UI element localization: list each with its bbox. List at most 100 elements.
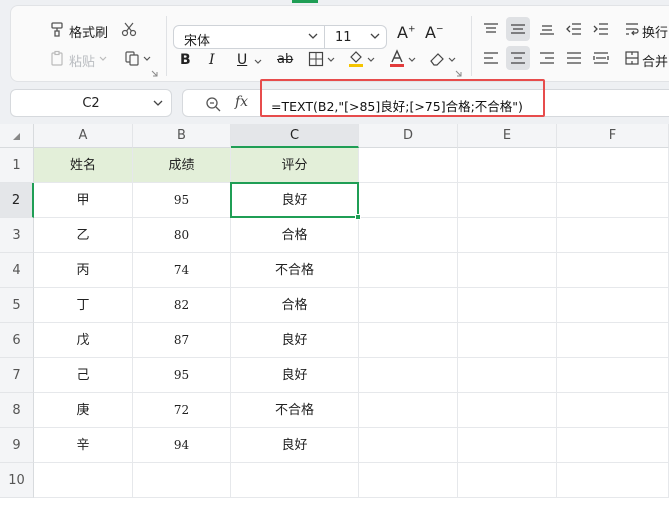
- cell-d4[interactable]: [359, 253, 458, 288]
- row-header-6[interactable]: 6: [0, 323, 34, 358]
- cell-a10[interactable]: [34, 463, 133, 498]
- cell-d5[interactable]: [359, 288, 458, 323]
- chevron-down-icon[interactable]: [448, 57, 456, 63]
- name-box[interactable]: C2: [10, 89, 172, 117]
- column-header-e[interactable]: E: [458, 124, 557, 148]
- cell-e8[interactable]: [458, 393, 557, 428]
- cell-c4[interactable]: 不合格: [231, 253, 359, 288]
- fill-handle[interactable]: [355, 214, 361, 220]
- cell-d8[interactable]: [359, 393, 458, 428]
- row-header-1[interactable]: 1: [0, 148, 34, 183]
- font-color-icon[interactable]: [389, 49, 405, 67]
- merge-cells-button[interactable]: 合并: [642, 51, 668, 70]
- underline-icon[interactable]: U: [237, 52, 247, 68]
- copy-icon[interactable]: [124, 50, 140, 66]
- cell-a8[interactable]: 庚: [34, 393, 133, 428]
- chevron-down-icon[interactable]: [327, 57, 335, 63]
- cell-c7[interactable]: 良好: [231, 358, 359, 393]
- scissors-icon[interactable]: [121, 21, 137, 37]
- italic-icon[interactable]: I: [209, 52, 215, 68]
- cell-b2[interactable]: 95: [133, 183, 231, 218]
- chevron-down-icon[interactable]: [367, 57, 375, 63]
- align-bottom-icon[interactable]: [539, 22, 555, 36]
- cell-f7[interactable]: [557, 358, 669, 393]
- cell-f2[interactable]: [557, 183, 669, 218]
- column-header-f[interactable]: F: [557, 124, 669, 148]
- align-center-button[interactable]: [506, 46, 530, 70]
- cell-c5[interactable]: 合格: [231, 288, 359, 323]
- cell-a5[interactable]: 丁: [34, 288, 133, 323]
- cell-f3[interactable]: [557, 218, 669, 253]
- cell-b7[interactable]: 95: [133, 358, 231, 393]
- decrease-font-size-icon[interactable]: A−: [425, 23, 444, 42]
- cell-e1[interactable]: [458, 148, 557, 183]
- cell-d10[interactable]: [359, 463, 458, 498]
- cell-f9[interactable]: [557, 428, 669, 463]
- cell-a1[interactable]: 姓名: [34, 148, 133, 183]
- cell-b10[interactable]: [133, 463, 231, 498]
- cell-e4[interactable]: [458, 253, 557, 288]
- paste-button[interactable]: 粘贴: [69, 51, 95, 70]
- row-header-4[interactable]: 4: [0, 253, 34, 288]
- cell-d7[interactable]: [359, 358, 458, 393]
- row-header-3[interactable]: 3: [0, 218, 34, 253]
- cell-c8[interactable]: 不合格: [231, 393, 359, 428]
- cell-e5[interactable]: [458, 288, 557, 323]
- row-header-9[interactable]: 9: [0, 428, 34, 463]
- bold-icon[interactable]: B: [180, 52, 191, 68]
- font-size-select[interactable]: 11: [325, 25, 387, 49]
- cell-a4[interactable]: 丙: [34, 253, 133, 288]
- dialog-launcher-icon[interactable]: [455, 70, 462, 77]
- strikethrough-icon[interactable]: ab: [277, 52, 293, 67]
- cell-a3[interactable]: 乙: [34, 218, 133, 253]
- row-header-5[interactable]: 5: [0, 288, 34, 323]
- chevron-down-icon[interactable]: [408, 57, 416, 63]
- cell-e2[interactable]: [458, 183, 557, 218]
- cell-d2[interactable]: [359, 183, 458, 218]
- cell-f1[interactable]: [557, 148, 669, 183]
- align-right-icon[interactable]: [539, 51, 555, 65]
- row-header-2[interactable]: 2: [0, 183, 34, 218]
- cell-c9[interactable]: 良好: [231, 428, 359, 463]
- fill-color-icon[interactable]: [348, 49, 364, 67]
- cell-b5[interactable]: 82: [133, 288, 231, 323]
- cell-b8[interactable]: 72: [133, 393, 231, 428]
- cell-e9[interactable]: [458, 428, 557, 463]
- decrease-indent-icon[interactable]: [566, 22, 582, 36]
- align-left-icon[interactable]: [483, 51, 499, 65]
- cell-c3[interactable]: 合格: [231, 218, 359, 253]
- cell-f6[interactable]: [557, 323, 669, 358]
- cell-d9[interactable]: [359, 428, 458, 463]
- cell-f4[interactable]: [557, 253, 669, 288]
- cell-d1[interactable]: [359, 148, 458, 183]
- row-header-7[interactable]: 7: [0, 358, 34, 393]
- cell-e3[interactable]: [458, 218, 557, 253]
- cell-b3[interactable]: 80: [133, 218, 231, 253]
- cell-d3[interactable]: [359, 218, 458, 253]
- cell-a9[interactable]: 辛: [34, 428, 133, 463]
- cell-d6[interactable]: [359, 323, 458, 358]
- font-family-select[interactable]: 宋体: [173, 25, 325, 49]
- cell-f5[interactable]: [557, 288, 669, 323]
- cell-f8[interactable]: [557, 393, 669, 428]
- insert-function-button[interactable]: fx: [235, 94, 248, 110]
- cell-e6[interactable]: [458, 323, 557, 358]
- cell-c1[interactable]: 评分: [231, 148, 359, 183]
- zoom-search-icon[interactable]: [205, 96, 221, 112]
- align-top-icon[interactable]: [483, 22, 499, 36]
- cell-b6[interactable]: 87: [133, 323, 231, 358]
- row-header-8[interactable]: 8: [0, 393, 34, 428]
- cell-a6[interactable]: 戊: [34, 323, 133, 358]
- chevron-down-icon[interactable]: [153, 98, 163, 108]
- cell-c10[interactable]: [231, 463, 359, 498]
- select-all-corner[interactable]: [0, 124, 34, 148]
- column-header-c[interactable]: C: [231, 124, 359, 148]
- cell-e10[interactable]: [458, 463, 557, 498]
- column-header-a[interactable]: A: [34, 124, 133, 148]
- cell-c6[interactable]: 良好: [231, 323, 359, 358]
- cell-f10[interactable]: [557, 463, 669, 498]
- cell-b1[interactable]: 成绩: [133, 148, 231, 183]
- dialog-launcher-icon[interactable]: [151, 70, 158, 77]
- distributed-align-icon[interactable]: [593, 51, 609, 65]
- cell-a2[interactable]: 甲: [34, 183, 133, 218]
